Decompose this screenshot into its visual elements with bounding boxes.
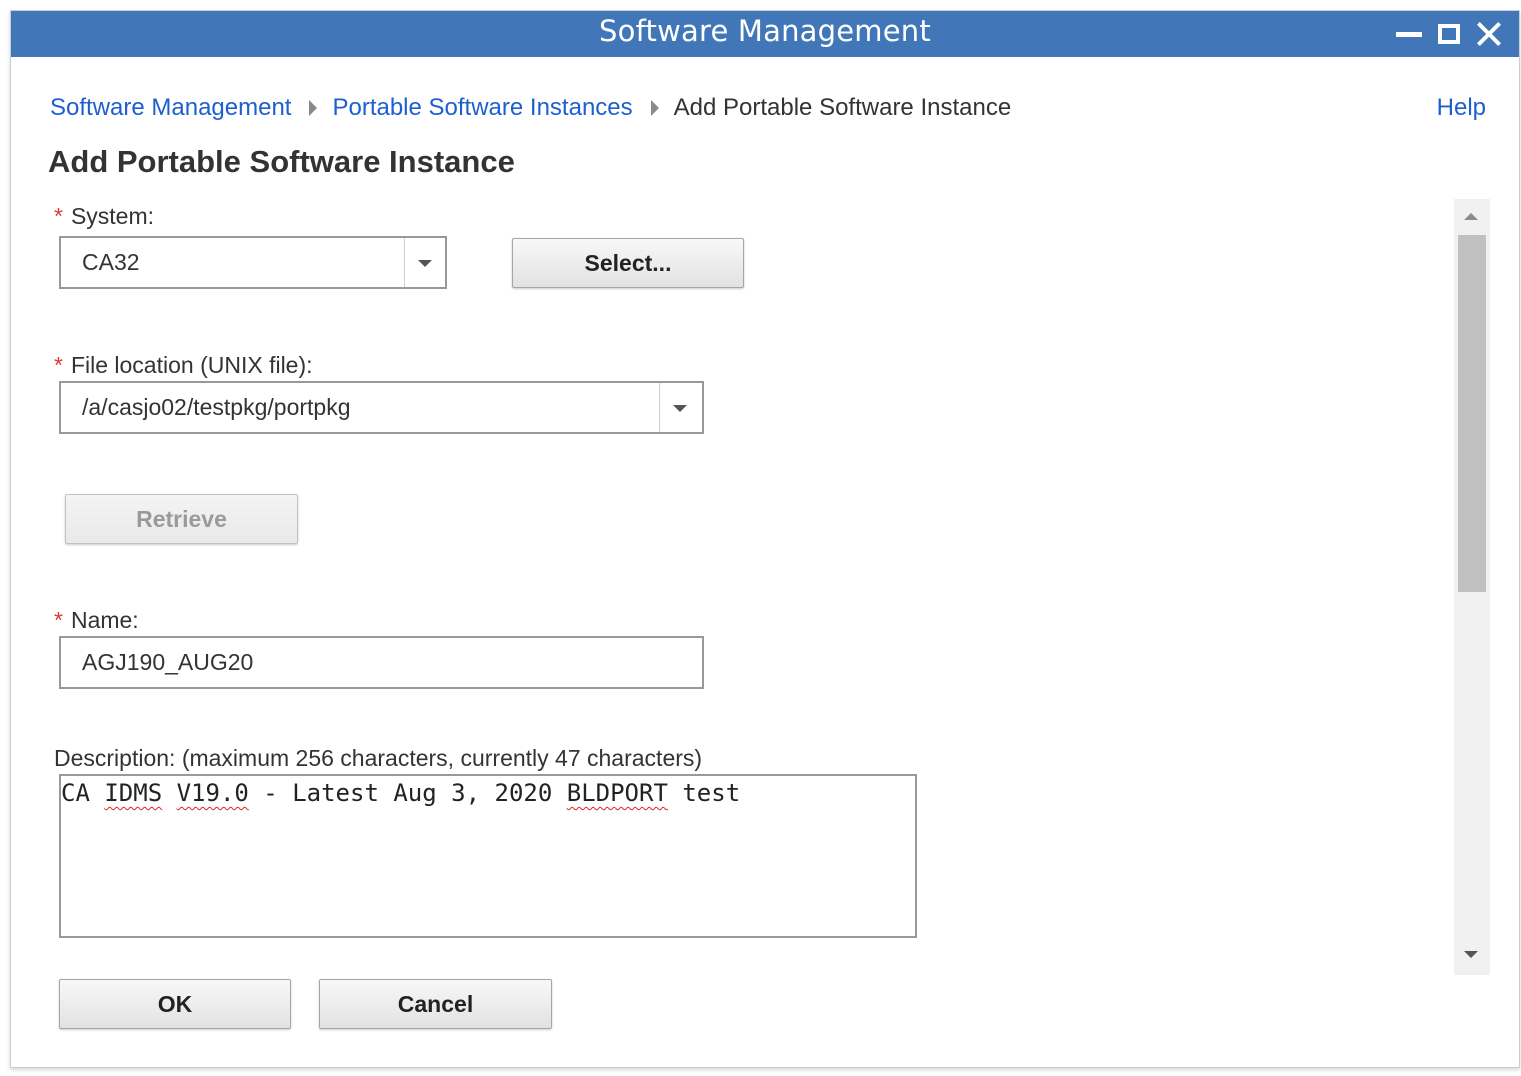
description-label: Description: (maximum 256 characters, cu…	[54, 745, 703, 771]
description-textarea[interactable]: CA IDMS V19.0 - Latest Aug 3, 2020 BLDPO…	[59, 774, 917, 938]
name-input[interactable]: AGJ190_AUG20	[59, 636, 704, 689]
window-title: Software Management	[599, 14, 931, 48]
scroll-up-icon[interactable]	[1464, 213, 1478, 220]
description-segment: test	[667, 779, 741, 807]
chevron-down-icon	[673, 405, 687, 412]
window-controls	[1389, 17, 1509, 51]
close-button[interactable]	[1469, 17, 1509, 51]
name-label-text: Name:	[70, 607, 139, 633]
title-bar: Software Management	[11, 11, 1519, 57]
system-select[interactable]: CA32	[59, 236, 447, 289]
file-location-label: * File location (UNIX file):	[54, 351, 313, 379]
chevron-down-icon	[418, 260, 432, 267]
system-value: CA32	[82, 249, 140, 275]
ok-button[interactable]: OK	[59, 979, 291, 1029]
help-link[interactable]: Help	[1437, 93, 1486, 123]
maximize-icon	[1438, 24, 1460, 44]
file-location-label-text: File location (UNIX file):	[70, 352, 313, 378]
description-segment: CA	[61, 779, 105, 807]
system-label: * System:	[54, 202, 154, 230]
system-label-text: System:	[70, 203, 155, 229]
minimize-button[interactable]	[1389, 17, 1429, 51]
maximize-button[interactable]	[1429, 17, 1469, 51]
dropdown-divider	[659, 383, 660, 432]
minimize-icon	[1396, 31, 1422, 37]
retrieve-button[interactable]: Retrieve	[65, 494, 298, 544]
misspelled-word: IDMS	[104, 779, 163, 807]
breadcrumb-software-management[interactable]: Software Management	[50, 94, 291, 122]
scroll-down-icon[interactable]	[1464, 951, 1478, 958]
chevron-right-icon	[650, 100, 659, 116]
breadcrumb-portable-software-instances[interactable]: Portable Software Instances	[332, 94, 632, 122]
select-system-button[interactable]: Select...	[512, 238, 744, 288]
file-location-select[interactable]: /a/casjo02/testpkg/portpkg	[59, 381, 704, 434]
page-title: Add Portable Software Instance	[48, 144, 515, 179]
misspelled-word: BLDPORT	[566, 779, 668, 807]
description-segment	[162, 779, 176, 807]
chevron-right-icon	[309, 100, 318, 116]
scrollbar-thumb[interactable]	[1458, 235, 1486, 592]
cancel-button[interactable]: Cancel	[319, 979, 552, 1029]
description-text: CA IDMS V19.0 - Latest Aug 3, 2020 BLDPO…	[61, 778, 740, 808]
dropdown-divider	[404, 238, 405, 287]
close-icon	[1477, 22, 1501, 46]
software-management-window: Software Management Software Management …	[10, 10, 1520, 1068]
breadcrumb: Software Management Portable Software In…	[50, 93, 1011, 123]
breadcrumb-current: Add Portable Software Instance	[673, 94, 1012, 121]
description-segment: - Latest Aug 3, 2020	[248, 779, 567, 807]
required-marker: *	[54, 607, 63, 633]
required-marker: *	[54, 352, 63, 378]
file-location-value: /a/casjo02/testpkg/portpkg	[82, 394, 351, 420]
name-label: * Name:	[54, 606, 139, 634]
vertical-scrollbar[interactable]	[1454, 199, 1490, 975]
misspelled-word: V19.0	[176, 779, 249, 807]
required-marker: *	[54, 203, 63, 229]
name-value: AGJ190_AUG20	[82, 649, 254, 675]
